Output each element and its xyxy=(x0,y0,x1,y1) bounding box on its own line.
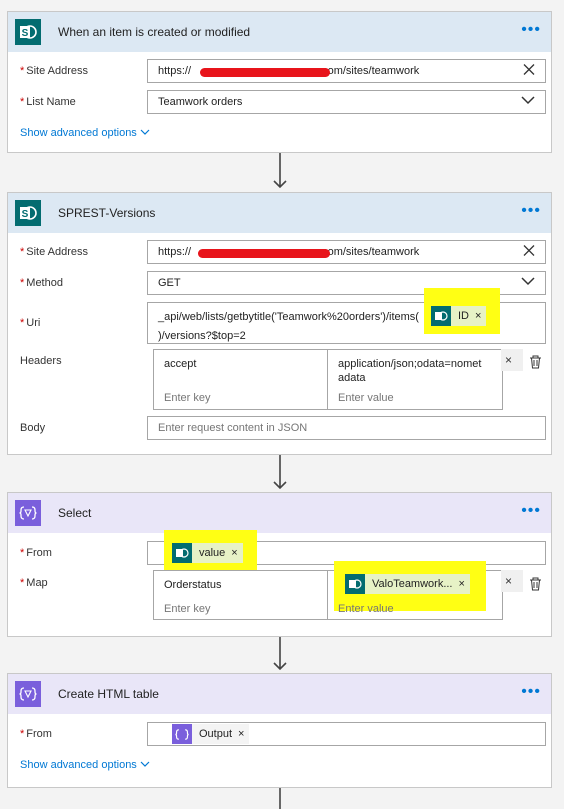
header-value-cell[interactable]: application/json;odata=nomet adata Enter… xyxy=(328,350,502,409)
valoteamwork-token[interactable]: ValoTeamwork... × xyxy=(345,574,470,594)
chevron-down-icon xyxy=(140,761,150,767)
uri-text-line1: _api/web/lists/getbytitle('Teamwork%20or… xyxy=(158,311,419,323)
more-options-icon[interactable]: ••• xyxy=(521,22,541,38)
map-value-placeholder: Enter value xyxy=(338,603,394,615)
site-address-field[interactable]: https://.com/sites/teamwork xyxy=(147,59,546,83)
trigger-card: S When an item is created or modified ••… xyxy=(7,11,552,153)
sprest-card: S SPREST-Versions ••• * Site Address http… xyxy=(7,192,552,455)
redaction-mark xyxy=(200,68,330,77)
map-key-cell[interactable]: Orderstatus Enter key xyxy=(154,571,328,619)
flow-arrow-icon xyxy=(279,788,281,809)
header-value-placeholder: Enter value xyxy=(338,392,394,404)
select-card: Select ••• * From value × * Map Orderstatu… xyxy=(7,492,552,637)
body-label: Body xyxy=(20,422,46,434)
body-field[interactable]: Enter request content in JSON xyxy=(147,416,546,440)
list-name-value: Teamwork orders xyxy=(158,96,243,108)
more-options-icon[interactable]: ••• xyxy=(521,684,541,700)
remove-token-icon[interactable]: × xyxy=(231,547,237,559)
value-token[interactable]: value × xyxy=(172,543,243,563)
method-label: * Method xyxy=(20,277,63,289)
header-key-cell[interactable]: accept Enter key xyxy=(154,350,328,409)
more-options-icon[interactable]: ••• xyxy=(521,503,541,519)
trigger-title: When an item is created or modified xyxy=(58,25,251,39)
trigger-card-header[interactable]: S When an item is created or modified ••… xyxy=(8,12,551,52)
headers-label: Headers xyxy=(20,355,62,367)
header-key-value: accept xyxy=(164,358,197,370)
clear-icon[interactable] xyxy=(523,245,535,260)
remove-row-icon[interactable]: × xyxy=(505,353,512,367)
site-address-label: * Site Address xyxy=(20,246,89,258)
from-field[interactable]: Output × xyxy=(147,722,546,746)
flow-arrow-icon xyxy=(273,637,287,671)
id-token[interactable]: ID × xyxy=(431,306,487,326)
map-table: Orderstatus Enter key ValoTeamwork... × … xyxy=(153,561,503,620)
delete-icon[interactable] xyxy=(529,577,542,594)
sprest-title: SPREST-Versions xyxy=(58,206,156,220)
svg-text:S: S xyxy=(22,209,29,220)
chevron-down-icon[interactable] xyxy=(521,96,535,108)
map-key-value: Orderstatus xyxy=(164,579,222,591)
remove-token-icon[interactable]: × xyxy=(238,728,244,740)
chevron-down-icon xyxy=(140,129,150,135)
select-title: Select xyxy=(58,506,92,520)
headers-table: accept Enter key application/json;odata=… xyxy=(153,349,503,410)
remove-token-icon[interactable]: × xyxy=(475,310,481,322)
redaction-mark xyxy=(198,249,330,258)
data-operation-icon xyxy=(15,500,41,526)
svg-text:S: S xyxy=(22,28,29,39)
create-html-table-card-header[interactable]: Create HTML table ••• xyxy=(8,674,551,714)
uri-label: * Uri xyxy=(20,317,41,329)
show-advanced-options-link[interactable]: Show advanced options xyxy=(20,759,150,771)
sharepoint-icon xyxy=(172,543,192,563)
create-html-table-card: Create HTML table ••• * From Output × Sho… xyxy=(7,673,552,788)
sharepoint-icon: S xyxy=(15,200,41,226)
create-html-table-title: Create HTML table xyxy=(58,687,159,701)
from-label: * From xyxy=(20,728,52,740)
clear-icon[interactable] xyxy=(523,64,535,79)
data-operation-icon xyxy=(172,724,192,744)
from-label: * From xyxy=(20,547,52,559)
uri-text-line2: )/versions?$top=2 xyxy=(158,330,246,342)
data-operation-icon xyxy=(15,681,41,707)
remove-token-icon[interactable]: × xyxy=(459,578,465,590)
sprest-card-header[interactable]: S SPREST-Versions ••• xyxy=(8,193,551,233)
body-placeholder: Enter request content in JSON xyxy=(158,422,308,434)
flow-arrow-icon xyxy=(273,153,287,189)
uri-field[interactable]: _api/web/lists/getbytitle('Teamwork%20or… xyxy=(147,288,546,344)
site-address-label: * Site Address xyxy=(20,65,89,77)
flow-arrow-icon xyxy=(273,455,287,490)
select-card-header[interactable]: Select ••• xyxy=(8,493,551,533)
list-name-label: * List Name xyxy=(20,96,76,108)
map-key-placeholder: Enter key xyxy=(164,603,211,615)
sharepoint-icon xyxy=(345,574,365,594)
output-token[interactable]: Output × xyxy=(172,724,250,744)
header-value-line2: adata xyxy=(338,372,366,384)
chevron-down-icon[interactable] xyxy=(521,277,535,289)
map-label: * Map xyxy=(20,577,48,589)
sharepoint-icon xyxy=(431,306,451,326)
method-value: GET xyxy=(158,277,181,289)
site-address-field[interactable]: https://.com/sites/teamwork xyxy=(147,240,546,264)
sharepoint-icon: S xyxy=(15,19,41,45)
delete-icon[interactable] xyxy=(529,355,542,372)
header-key-placeholder: Enter key xyxy=(164,392,211,404)
list-name-dropdown[interactable]: Teamwork orders xyxy=(147,90,546,114)
show-advanced-options-link[interactable]: Show advanced options xyxy=(20,127,150,139)
header-value-line1: application/json;odata=nomet xyxy=(338,358,482,370)
more-options-icon[interactable]: ••• xyxy=(521,203,541,219)
map-value-cell[interactable]: ValoTeamwork... × Enter value xyxy=(328,561,502,619)
remove-row-icon[interactable]: × xyxy=(505,574,512,588)
